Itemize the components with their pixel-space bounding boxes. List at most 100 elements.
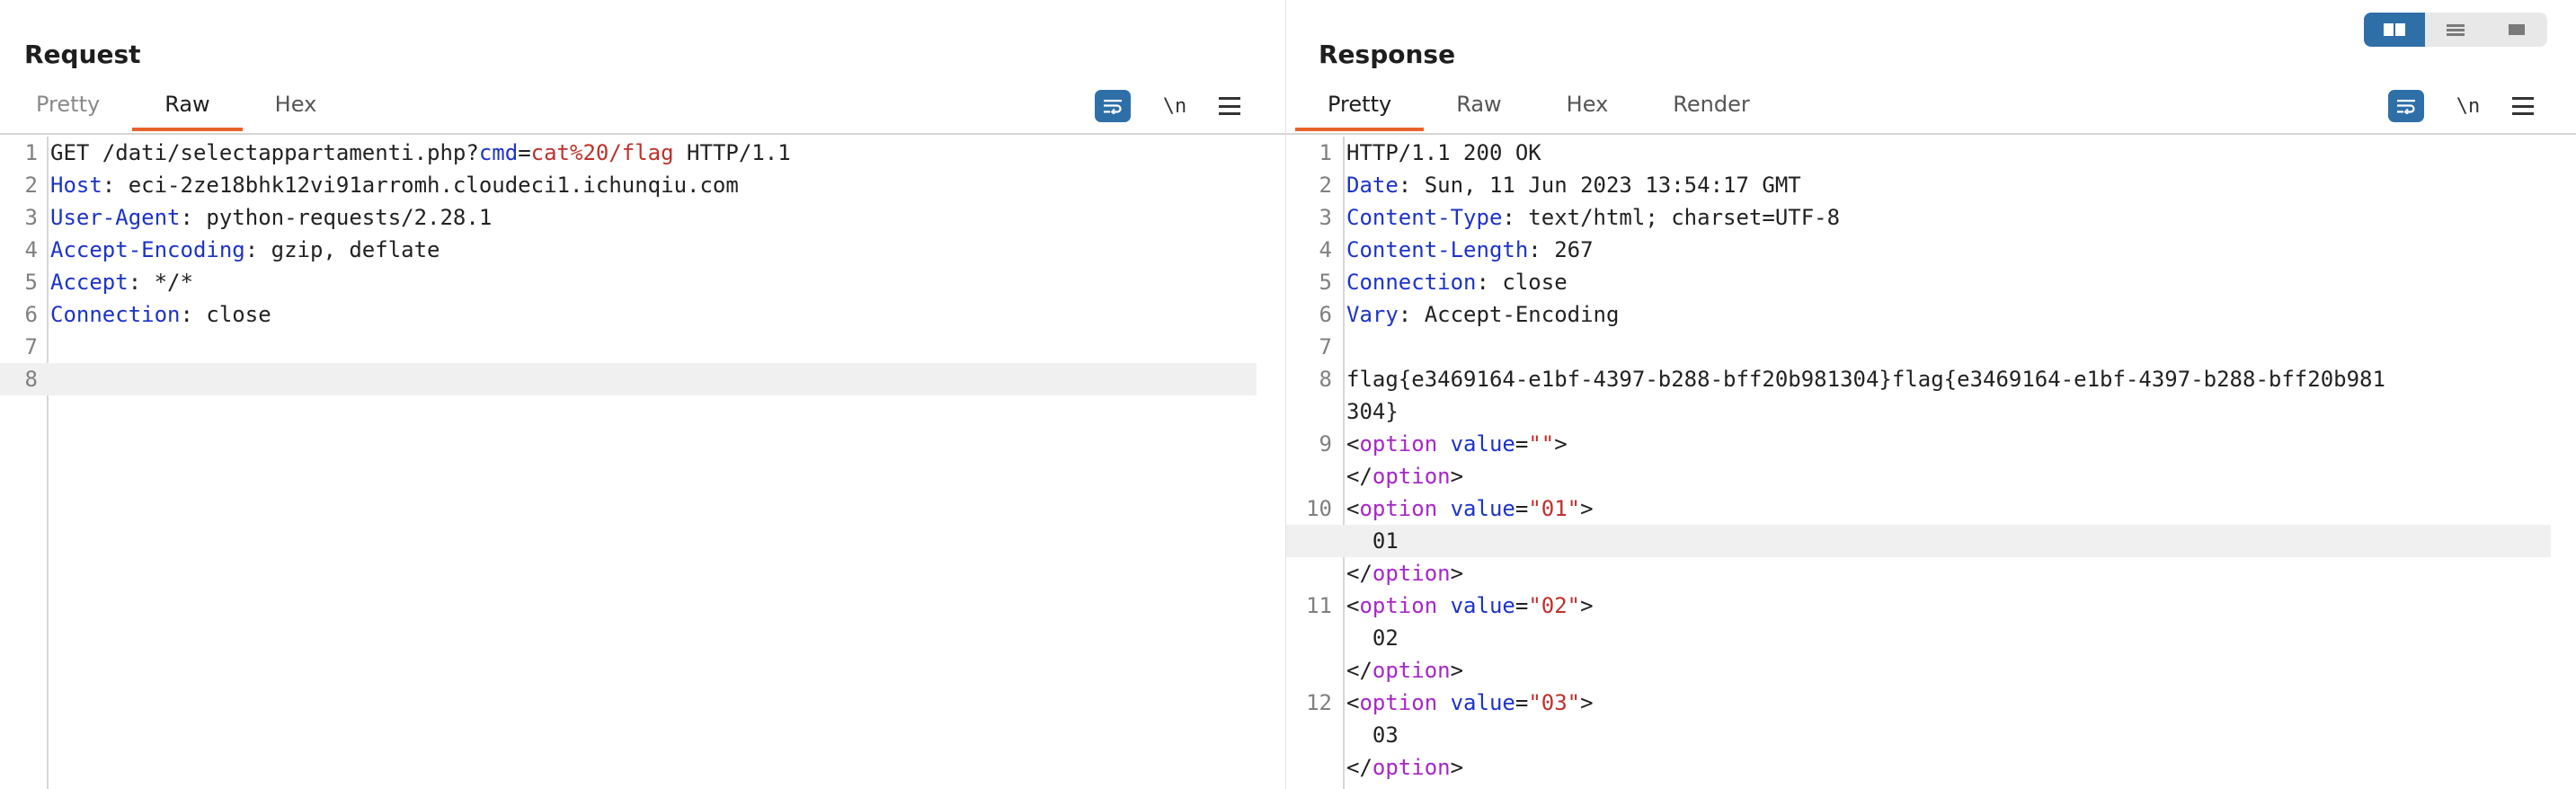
response-line-text: <option value="02"> xyxy=(1346,590,2576,622)
request-editor[interactable]: 1 GET /dati/selectappartamenti.php?cmd=ca… xyxy=(0,137,1285,789)
code-token: option xyxy=(1372,755,1451,780)
single-pane-icon xyxy=(2509,24,2525,35)
request-line-text: Host: eci-2ze18bhk12vi91arromh.cloudeci1… xyxy=(50,169,1285,201)
request-show-newlines-button[interactable]: \n xyxy=(1161,95,1188,118)
code-token: = xyxy=(1515,431,1529,457)
code-token: : eci-2ze18bhk12vi91arromh.cloudeci1.ich… xyxy=(102,173,739,198)
response-line-text: </option> xyxy=(1346,460,2576,492)
layout-toggle xyxy=(2364,13,2547,47)
response-code-line[interactable]: </option> xyxy=(1286,460,2576,492)
response-code-line[interactable]: 9 <option value=""> xyxy=(1286,428,2576,460)
request-code-line[interactable]: 5 Accept: */* xyxy=(0,266,1285,298)
response-code-line[interactable]: 304} xyxy=(1286,395,2576,428)
response-line-number: 10 xyxy=(1306,496,1332,521)
response-code-line[interactable]: 11 <option value="02"> xyxy=(1286,590,2576,622)
code-token: option xyxy=(1372,658,1451,683)
code-token: option xyxy=(1359,431,1438,457)
response-code-line[interactable]: 1 HTTP/1.1 200 OK xyxy=(1286,137,2576,169)
request-line-number: 1 xyxy=(24,140,38,165)
response-line-text: <option value="01"> xyxy=(1346,492,2576,525)
request-tab-pretty[interactable]: Pretty xyxy=(0,92,132,131)
code-token: Accept xyxy=(50,270,129,295)
request-tab-hex[interactable]: Hex xyxy=(243,92,350,131)
response-code-line[interactable]: </option> xyxy=(1286,751,2576,784)
code-token: value xyxy=(1450,496,1515,521)
code-token: > xyxy=(1580,593,1594,618)
response-show-newlines-button[interactable]: \n xyxy=(2455,95,2482,118)
response-title: Response xyxy=(1319,40,1456,69)
code-token: Accept-Encoding xyxy=(50,237,245,262)
response-line-number: 11 xyxy=(1306,593,1332,618)
code-token: : gzip, deflate xyxy=(244,237,440,262)
response-lines: 1 HTTP/1.1 200 OK 2 Date: Sun, 11 Jun 2023 … xyxy=(1286,137,2576,784)
request-line-text xyxy=(50,331,1285,363)
code-token: : python-requests/2.28.1 xyxy=(180,205,493,230)
code-token: value xyxy=(1450,593,1515,618)
response-code-line[interactable]: 4 Content-Length: 267 xyxy=(1286,234,2576,266)
response-line-number xyxy=(1286,557,1346,590)
response-wrap-lines-button[interactable] xyxy=(2388,90,2424,122)
response-code-line[interactable]: 6 Vary: Accept-Encoding xyxy=(1286,298,2576,331)
request-code-line[interactable]: 7 xyxy=(0,331,1285,363)
response-line-text: 02 xyxy=(1346,622,2576,654)
response-line-text: Content-Length: 267 xyxy=(1346,234,2576,266)
response-code-line[interactable]: 10 <option value="01"> xyxy=(1286,492,2576,525)
response-line-text: </option> xyxy=(1346,557,2576,590)
request-code-line[interactable]: 6 Connection: close xyxy=(0,298,1285,331)
response-line-number: 5 xyxy=(1319,270,1332,295)
code-token: Content-Type xyxy=(1346,205,1503,230)
response-line-text: Content-Type: text/html; charset=UTF-8 xyxy=(1346,201,2576,234)
request-code-line[interactable]: 3 User-Agent: python-requests/2.28.1 xyxy=(0,201,1285,234)
code-token: </ xyxy=(1346,658,1372,683)
response-code-line[interactable]: 2 Date: Sun, 11 Jun 2023 13:54:17 GMT xyxy=(1286,169,2576,201)
response-code-line[interactable]: 8 flag{e3469164-e1bf-4397-b288-bff20b9813… xyxy=(1286,363,2576,395)
request-wrap-lines-button[interactable] xyxy=(1095,90,1131,122)
response-line-number: 7 xyxy=(1319,334,1332,359)
request-line-text: Accept-Encoding: gzip, deflate xyxy=(50,234,1285,266)
request-code-line[interactable]: 2 Host: eci-2ze18bhk12vi91arromh.cloudeci… xyxy=(0,169,1285,201)
layout-side-by-side-button[interactable] xyxy=(2364,13,2425,47)
response-line-text: 304} xyxy=(1346,395,2576,428)
code-token: option xyxy=(1359,496,1438,521)
request-code-line[interactable]: 8 xyxy=(0,363,1257,395)
request-tab-raw[interactable]: Raw xyxy=(132,92,243,131)
response-line-text xyxy=(1346,331,2576,363)
response-code-line[interactable]: 03 xyxy=(1286,719,2576,751)
layout-stacked-button[interactable] xyxy=(2425,13,2486,47)
request-code-line[interactable]: 4 Accept-Encoding: gzip, deflate xyxy=(0,234,1285,266)
response-line-text: </option> xyxy=(1346,654,2576,687)
response-code-line[interactable]: 3 Content-Type: text/html; charset=UTF-8 xyxy=(1286,201,2576,234)
request-line-text: Connection: close xyxy=(50,298,1285,331)
layout-single-pane-button[interactable] xyxy=(2486,13,2547,47)
request-line-number: 5 xyxy=(24,270,38,295)
response-menu-button[interactable] xyxy=(2512,97,2534,115)
code-token: > xyxy=(1580,496,1594,521)
response-code-line[interactable]: 01 xyxy=(1286,525,2551,557)
code-token: : close xyxy=(1476,270,1568,295)
code-token: Host xyxy=(50,173,102,198)
response-line-number xyxy=(1286,525,1346,557)
response-editor[interactable]: 1 HTTP/1.1 200 OK 2 Date: Sun, 11 Jun 2023 … xyxy=(1286,137,2576,789)
menu-icon-bar xyxy=(2512,104,2534,108)
request-code-line[interactable]: 1 GET /dati/selectappartamenti.php?cmd=ca… xyxy=(0,137,1285,169)
response-line-number xyxy=(1286,719,1346,751)
code-token: 02 xyxy=(1346,625,1399,651)
code-token: "02" xyxy=(1528,593,1581,618)
code-token: < xyxy=(1346,593,1360,618)
response-code-line[interactable]: 02 xyxy=(1286,622,2576,654)
code-token: option xyxy=(1359,690,1438,715)
response-tab-raw[interactable]: Raw xyxy=(1424,92,1533,131)
response-tab-render[interactable]: Render xyxy=(1640,92,1781,131)
response-code-line[interactable]: 12 <option value="03"> xyxy=(1286,687,2576,719)
response-line-text: 01 xyxy=(1346,525,2551,557)
response-code-line[interactable]: </option> xyxy=(1286,654,2576,687)
response-code-line[interactable]: 7 xyxy=(1286,331,2576,363)
response-code-line[interactable]: 5 Connection: close xyxy=(1286,266,2576,298)
response-tab-pretty[interactable]: Pretty xyxy=(1295,92,1425,131)
response-code-line[interactable]: </option> xyxy=(1286,557,2576,590)
code-token: </ xyxy=(1346,755,1372,780)
response-tab-hex[interactable]: Hex xyxy=(1534,92,1641,131)
request-menu-button[interactable] xyxy=(1219,97,1240,115)
code-token: = xyxy=(518,140,531,165)
